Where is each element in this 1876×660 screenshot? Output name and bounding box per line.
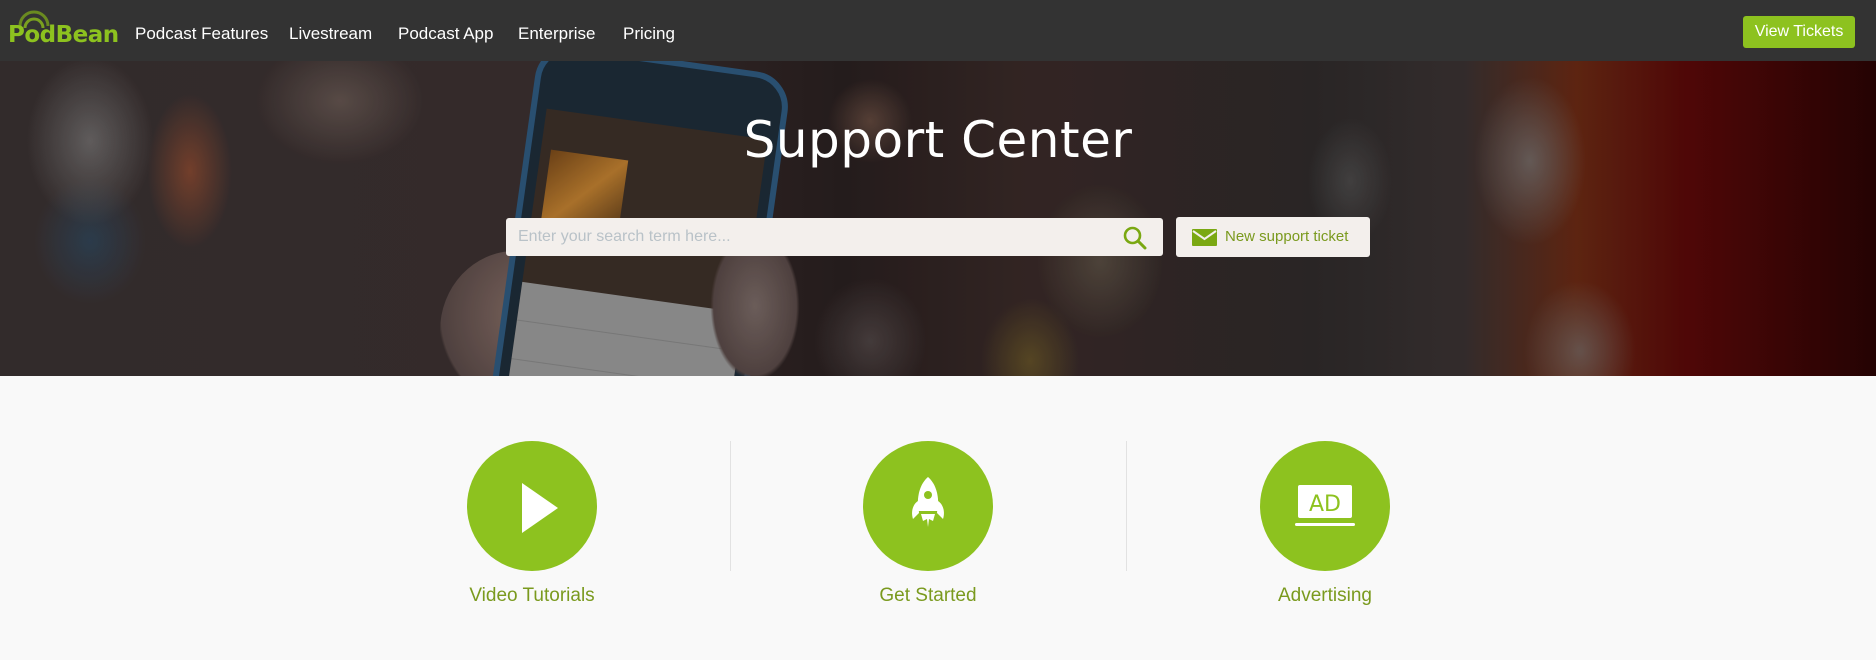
search-button[interactable]	[1122, 225, 1148, 251]
feature-get-started[interactable]: Get Started	[828, 441, 1028, 607]
feature-divider	[730, 441, 731, 571]
feature-icon-circle	[467, 441, 597, 571]
top-navbar: PodBean Podcast Features Livestream Podc…	[0, 0, 1876, 61]
envelope-icon	[1192, 229, 1217, 246]
nav-podcast-app[interactable]: Podcast App	[398, 24, 493, 44]
view-tickets-button[interactable]: View Tickets	[1743, 16, 1855, 48]
page-title: Support Center	[743, 111, 1133, 169]
logo-text: PodBean	[8, 22, 119, 48]
feature-advertising[interactable]: AD Advertising	[1225, 441, 1425, 607]
hero-banner: Support Center New support ticket	[0, 61, 1876, 376]
ad-icon-text: AD	[1309, 492, 1341, 517]
nav-livestream[interactable]: Livestream	[289, 24, 372, 44]
nav-enterprise[interactable]: Enterprise	[518, 24, 595, 44]
search-bar	[506, 218, 1163, 256]
new-support-ticket-button[interactable]: New support ticket	[1176, 217, 1370, 257]
feature-label: Get Started	[879, 585, 977, 606]
feature-icon-circle: AD	[1260, 441, 1390, 571]
play-icon	[522, 483, 558, 533]
feature-divider	[1126, 441, 1127, 571]
ad-icon: AD	[1295, 485, 1355, 526]
podbean-logo[interactable]: PodBean	[8, 8, 119, 50]
search-icon	[1123, 226, 1147, 250]
new-support-ticket-label: New support ticket	[1225, 228, 1349, 245]
search-input[interactable]	[506, 218, 1106, 256]
feature-icon-circle	[863, 441, 993, 571]
nav-pricing[interactable]: Pricing	[623, 24, 675, 44]
feature-label: Video Tutorials	[469, 585, 595, 606]
nav-podcast-features[interactable]: Podcast Features	[135, 24, 268, 44]
feature-label: Advertising	[1278, 585, 1372, 606]
rocket-icon	[912, 477, 944, 527]
feature-video-tutorials[interactable]: Video Tutorials	[432, 441, 632, 607]
